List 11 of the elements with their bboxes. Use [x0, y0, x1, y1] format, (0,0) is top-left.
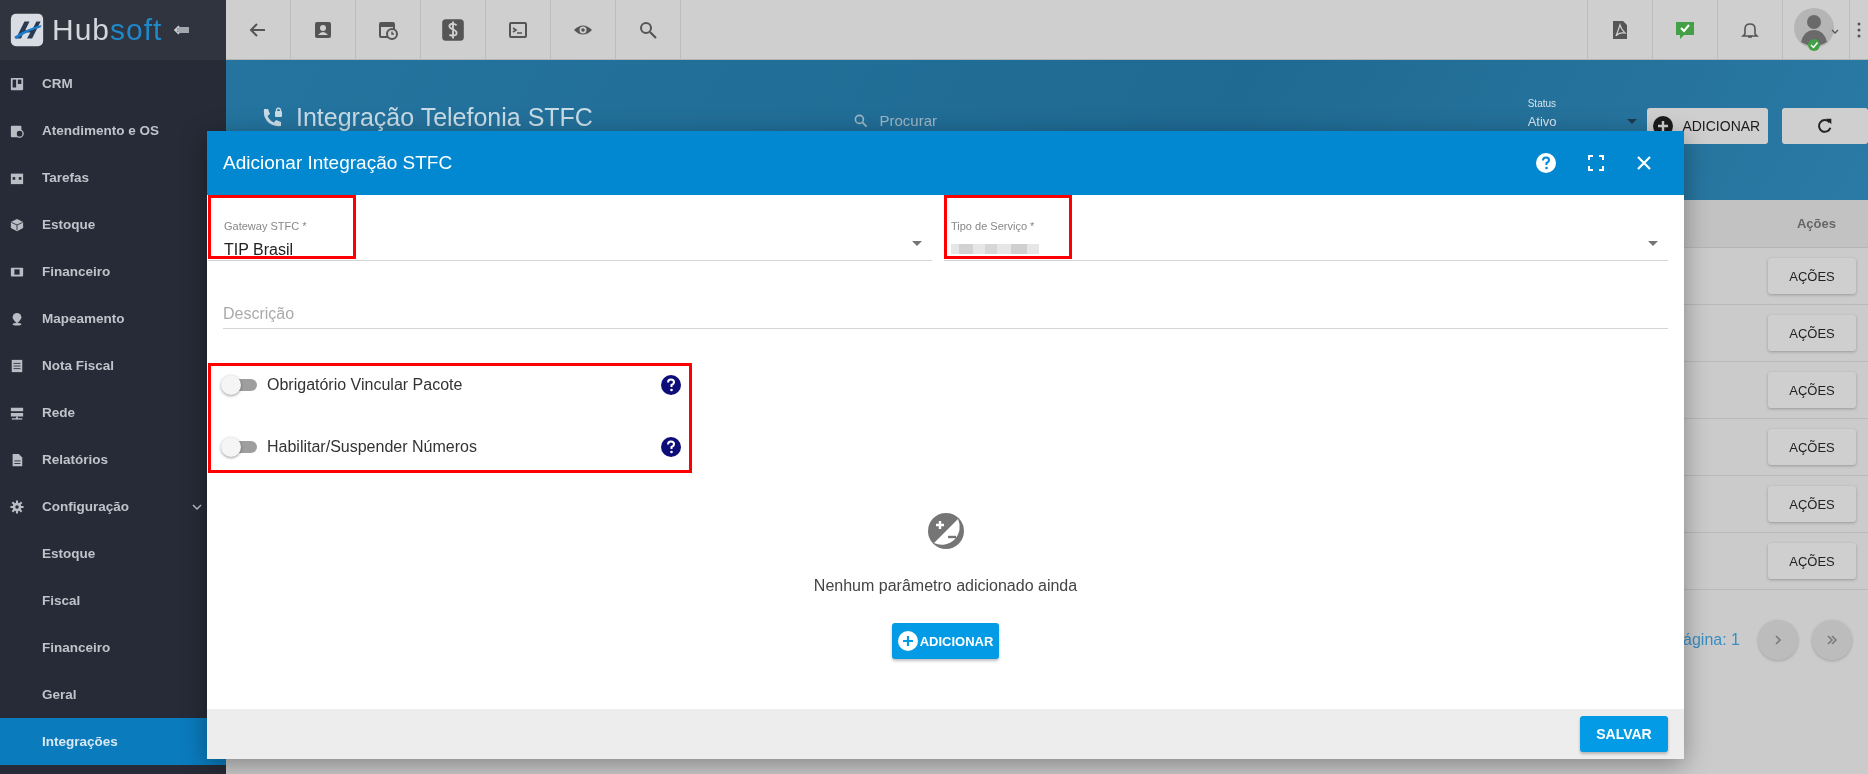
dialog-title: Adicionar Integração STFC — [223, 152, 454, 174]
field-label: Tipo de Serviço * — [951, 220, 1036, 232]
field-value: TIP Brasil — [224, 241, 295, 259]
logo-text: Hubsoft — [52, 13, 163, 47]
page-indicator: ágina: 1 — [1682, 631, 1740, 649]
page-title: Integração Telefonia STFC — [296, 103, 593, 132]
empty-state-text: Nenhum parâmetro adicionado ainda — [813, 577, 1078, 595]
field-label: Gateway STFC * — [224, 220, 308, 232]
toggle-label: Obrigatório Vincular Pacote — [267, 376, 464, 394]
column-header: Ações — [1796, 216, 1836, 231]
toggle-label: Habilitar/Suspender Números — [267, 438, 478, 456]
